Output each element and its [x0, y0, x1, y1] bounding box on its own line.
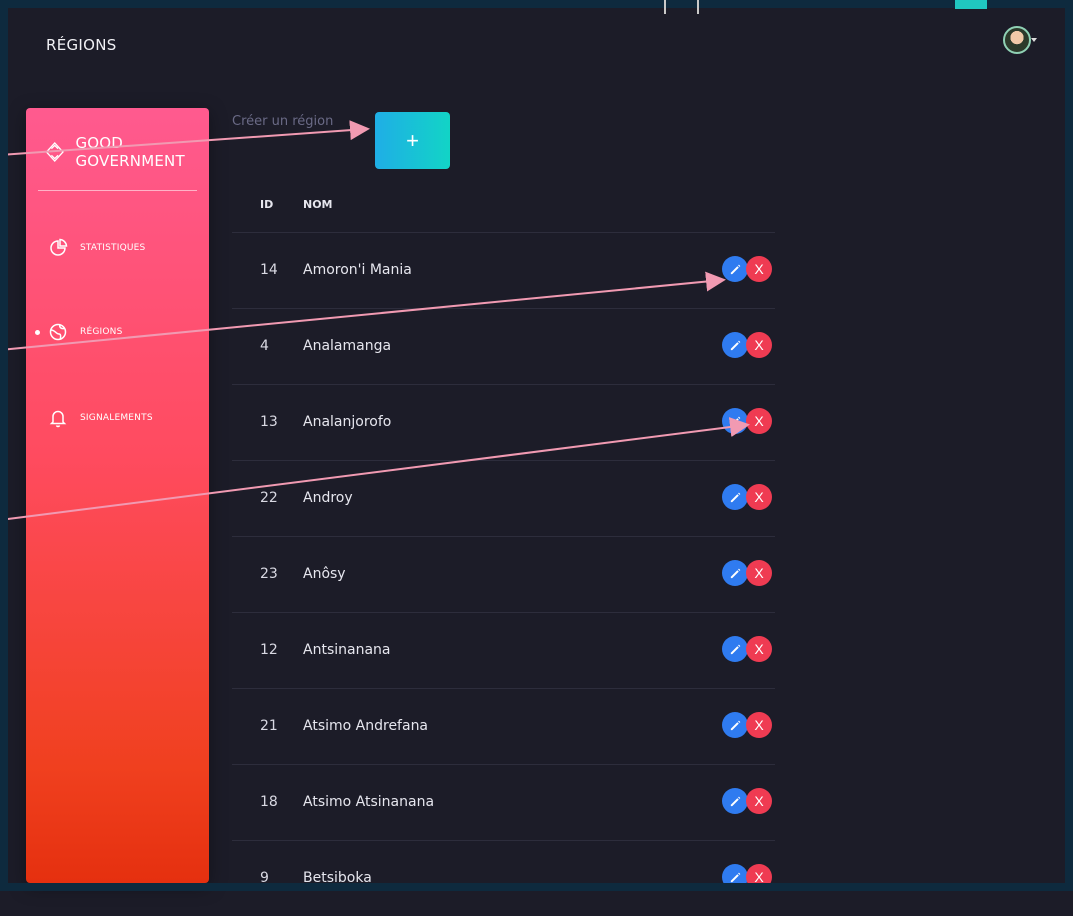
- pencil-icon: [730, 416, 740, 426]
- cell-id: 23: [260, 566, 278, 582]
- brand[interactable]: GOOD GOVERNMENT: [44, 134, 209, 170]
- user-avatar-icon[interactable]: [1003, 26, 1031, 54]
- sidebar-item-statistiques[interactable]: STATISTIQUES: [48, 238, 145, 258]
- window-top-strip: [0, 0, 1073, 8]
- cell-id: 21: [260, 718, 278, 734]
- add-region-button[interactable]: +: [375, 112, 450, 169]
- edit-button[interactable]: [722, 256, 748, 282]
- delete-button[interactable]: X: [746, 484, 772, 510]
- caret-down-icon[interactable]: [1031, 38, 1037, 42]
- delete-button[interactable]: X: [746, 256, 772, 282]
- cell-nom: Androy: [303, 490, 353, 506]
- table-row: 12 Antsinanana X: [232, 613, 775, 689]
- edit-button[interactable]: [722, 332, 748, 358]
- edit-button[interactable]: [722, 484, 748, 510]
- table-row: 21 Atsimo Andrefana X: [232, 689, 775, 765]
- table-row: 4 Analamanga X: [232, 309, 775, 385]
- cell-id: 18: [260, 794, 278, 810]
- active-indicator-dot: [35, 330, 40, 335]
- pencil-icon: [730, 872, 740, 882]
- cell-nom: Amoron'i Mania: [303, 262, 412, 278]
- table-row: 18 Atsimo Atsinanana X: [232, 765, 775, 841]
- cell-id: 14: [260, 262, 278, 278]
- column-header-id: ID: [260, 198, 274, 211]
- edit-button[interactable]: [722, 864, 748, 890]
- pencil-icon: [730, 796, 740, 806]
- pencil-icon: [730, 568, 740, 578]
- top-header: RÉGIONS: [8, 8, 1065, 88]
- cell-id: 4: [260, 338, 269, 354]
- table-header: ID NOM: [232, 180, 775, 233]
- cell-nom: Antsinanana: [303, 642, 391, 658]
- top-divider-right: [697, 0, 699, 14]
- delete-button[interactable]: X: [746, 864, 772, 890]
- table-row: 13 Analanjorofo X: [232, 385, 775, 461]
- delete-button[interactable]: X: [746, 712, 772, 738]
- top-divider-left: [664, 0, 666, 14]
- cell-nom: Betsiboka: [303, 870, 372, 886]
- delete-button[interactable]: X: [746, 332, 772, 358]
- brand-name: GOOD GOVERNMENT: [75, 134, 185, 170]
- top-accent-tab: [955, 0, 987, 9]
- sidebar-divider: [38, 190, 197, 191]
- cell-nom: Analanjorofo: [303, 414, 392, 430]
- edit-button[interactable]: [722, 560, 748, 586]
- sidebar-item-signalements[interactable]: SIGNALEMENTS: [48, 408, 153, 428]
- sidebar: GOOD GOVERNMENT STATISTIQUES RÉGIONS SIG…: [26, 108, 209, 883]
- regions-table: ID NOM 14 Amoron'i Mania X 4 Analamanga X 13 An…: [232, 180, 775, 916]
- pie-chart-icon: [50, 238, 68, 256]
- edit-button[interactable]: [722, 788, 748, 814]
- sidebar-item-label: RÉGIONS: [80, 327, 123, 337]
- sidebar-item-label: STATISTIQUES: [80, 243, 146, 253]
- cell-nom: Analamanga: [303, 338, 392, 354]
- brand-logo-icon: [45, 141, 64, 163]
- cell-id: 22: [260, 490, 278, 506]
- sidebar-item-regions[interactable]: RÉGIONS: [35, 322, 123, 342]
- pencil-icon: [730, 720, 740, 730]
- cell-nom: Atsimo Andrefana: [303, 718, 429, 734]
- edit-button[interactable]: [722, 712, 748, 738]
- page-title: RÉGIONS: [46, 36, 117, 54]
- create-region-label: Créer un région: [232, 114, 334, 129]
- pencil-icon: [730, 492, 740, 502]
- bell-icon: [49, 410, 67, 428]
- column-header-nom: NOM: [303, 198, 333, 211]
- sidebar-item-label: SIGNALEMENTS: [80, 413, 153, 423]
- table-row: 22 Androy X: [232, 461, 775, 537]
- cell-id: 13: [260, 414, 278, 430]
- edit-button[interactable]: [722, 408, 748, 434]
- pencil-icon: [730, 644, 740, 654]
- globe-icon: [49, 323, 67, 341]
- table-row: 14 Amoron'i Mania X: [232, 233, 775, 309]
- cell-nom: Anôsy: [303, 566, 346, 582]
- delete-button[interactable]: X: [746, 636, 772, 662]
- pencil-icon: [730, 340, 740, 350]
- table-body: 14 Amoron'i Mania X 4 Analamanga X 13 Analanjor…: [232, 233, 775, 916]
- table-row: 23 Anôsy X: [232, 537, 775, 613]
- cell-nom: Atsimo Atsinanana: [303, 794, 435, 810]
- pencil-icon: [730, 264, 740, 274]
- cell-id: 9: [260, 870, 269, 886]
- edit-button[interactable]: [722, 636, 748, 662]
- delete-button[interactable]: X: [746, 560, 772, 586]
- cell-id: 12: [260, 642, 278, 658]
- delete-button[interactable]: X: [746, 788, 772, 814]
- table-row: 9 Betsiboka X: [232, 841, 775, 916]
- delete-button[interactable]: X: [746, 408, 772, 434]
